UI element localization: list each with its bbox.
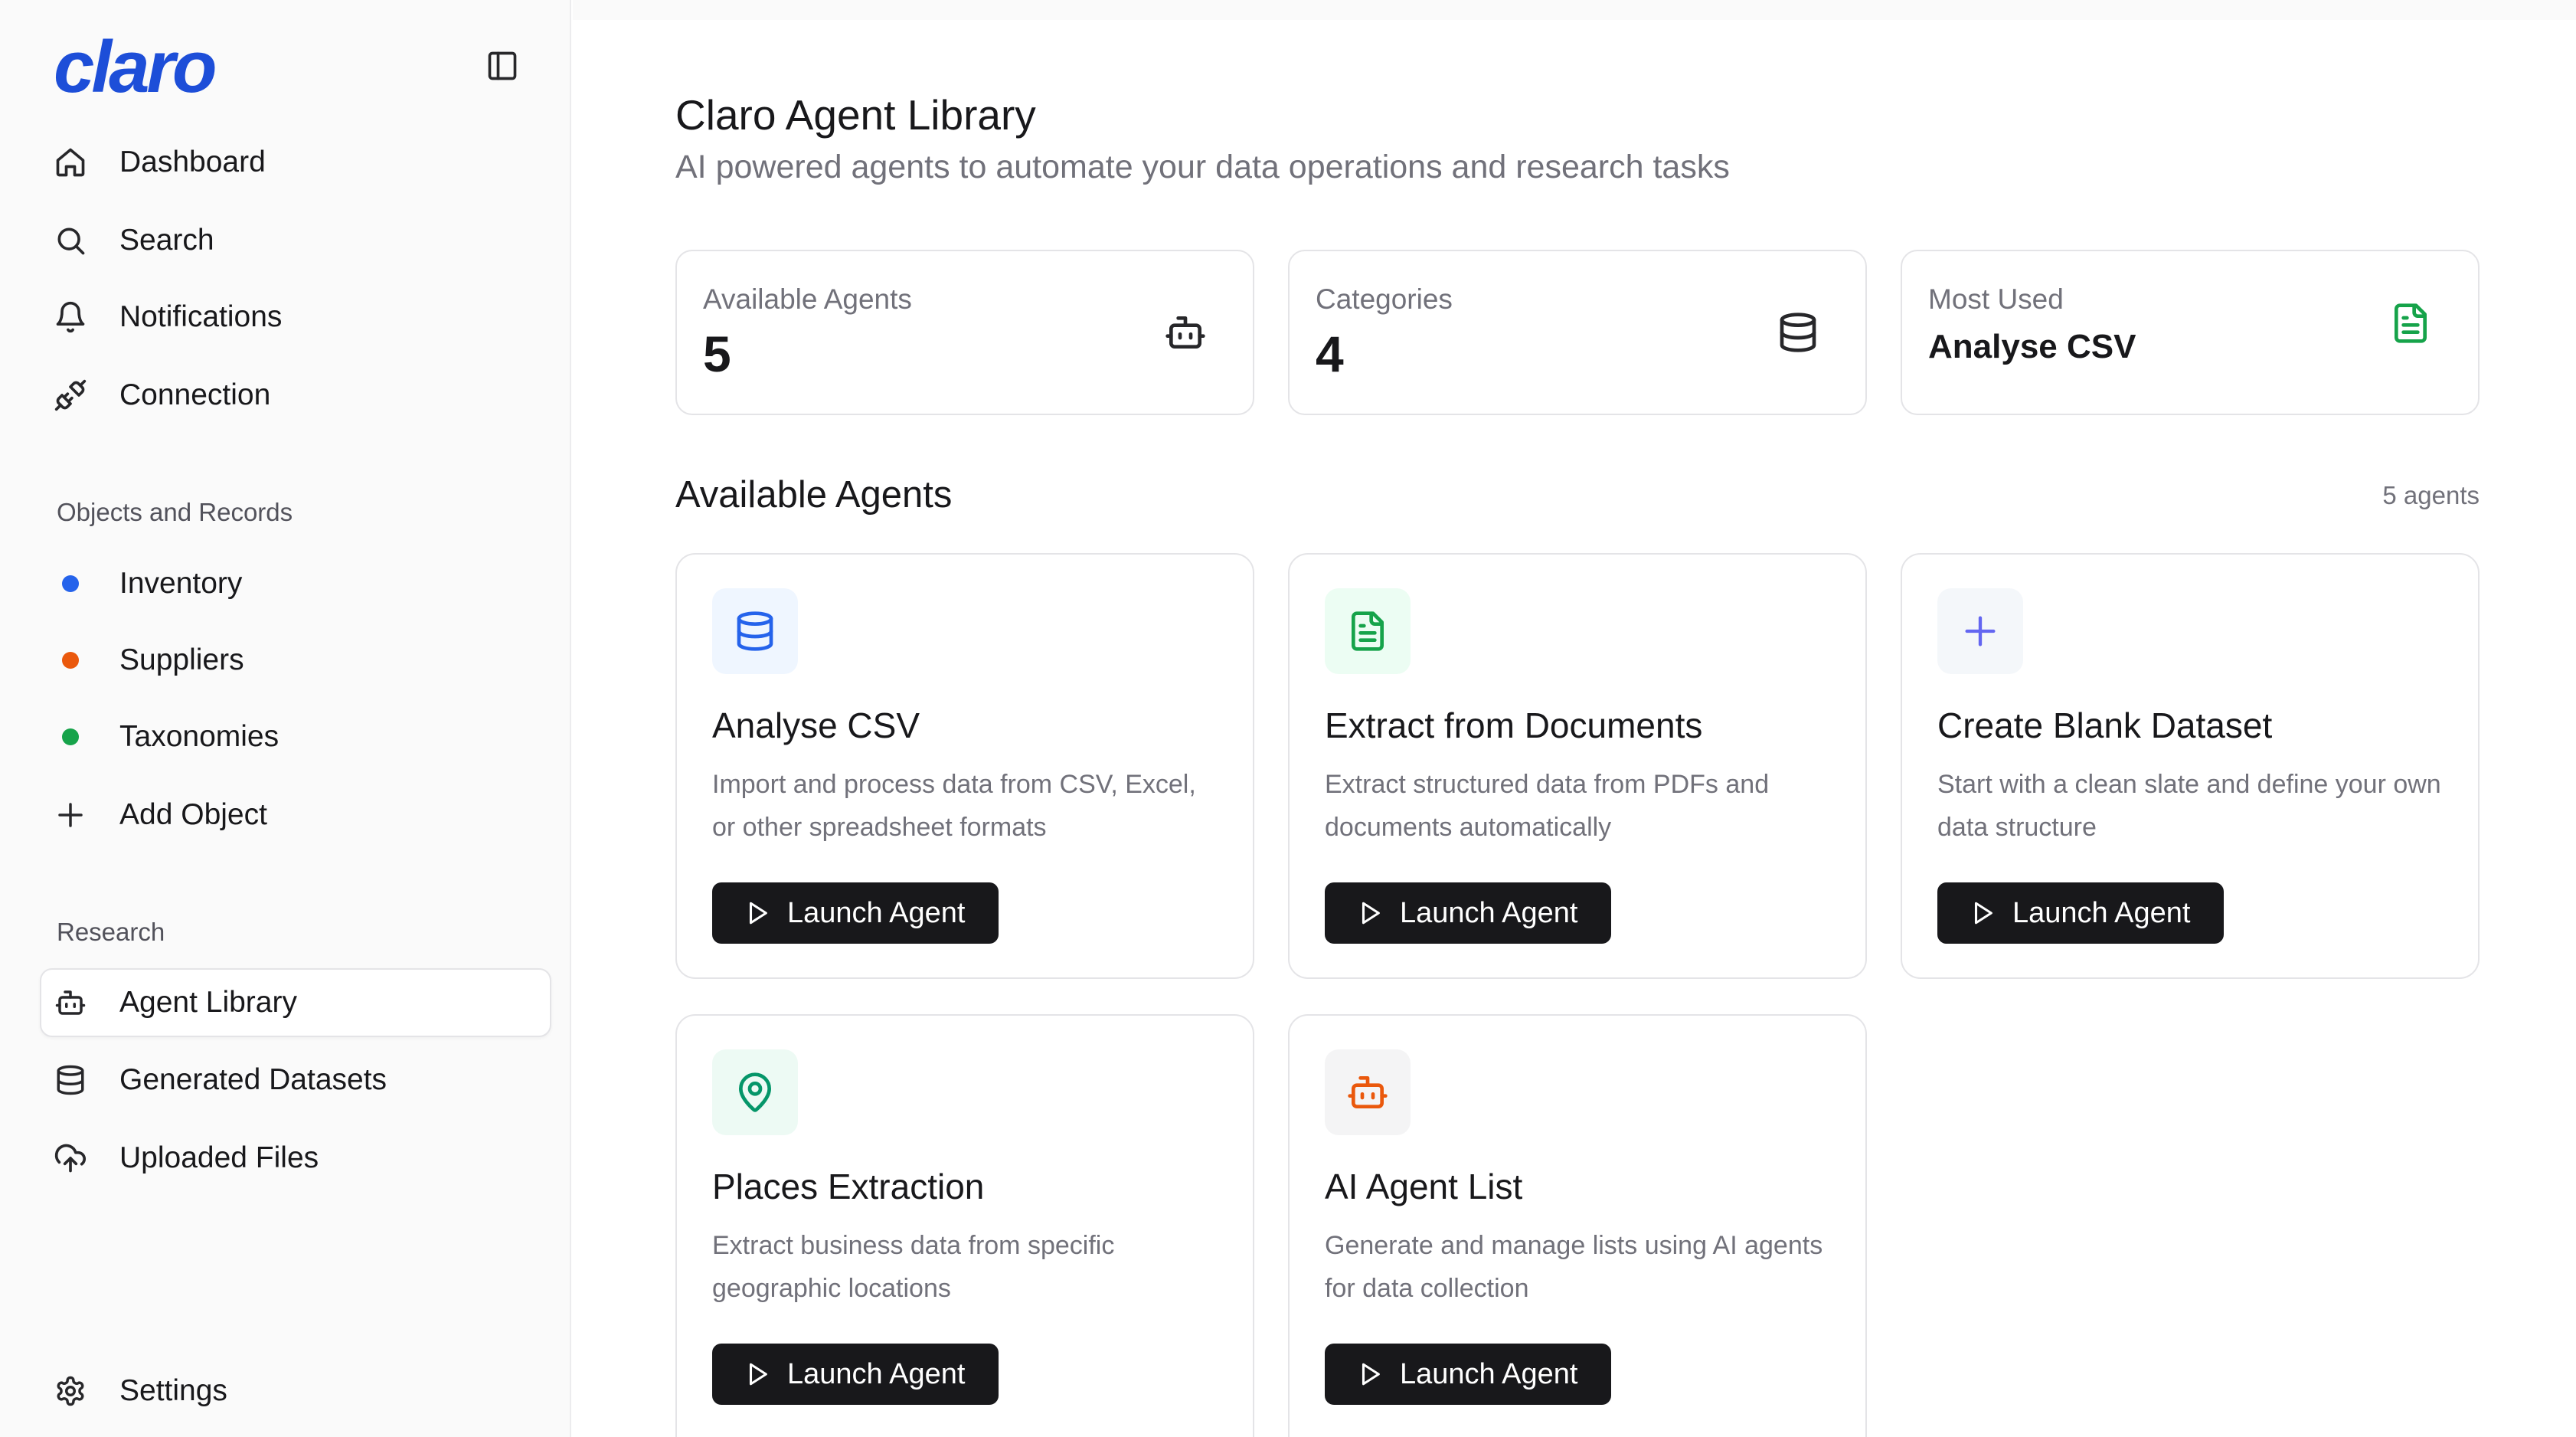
add-object-button[interactable]: Add Object — [41, 781, 551, 849]
agent-title: AI Agent List — [1325, 1167, 1523, 1206]
nav-item-notifications[interactable]: Notifications — [41, 283, 551, 351]
plus-icon — [37, 781, 104, 849]
nav-label: Notifications — [119, 300, 283, 333]
launch-agent-button[interactable]: Launch Agent — [1325, 882, 1612, 944]
nav-item-connection[interactable]: Connection — [41, 362, 551, 429]
launch-agent-button[interactable]: Launch Agent — [1937, 882, 2225, 944]
launch-agent-label: Launch Agent — [787, 896, 966, 929]
stat-value: 4 — [1316, 326, 1344, 382]
nav-item-uploaded-files[interactable]: Uploaded Files — [41, 1124, 551, 1192]
agent-card-analyse-csv[interactable]: Analyse CSV Import and process data from… — [675, 553, 1254, 979]
agent-card-create-blank-dataset[interactable]: Create Blank Dataset Start with a clean … — [1901, 553, 2480, 979]
play-icon — [749, 902, 767, 925]
nav-item-search[interactable]: Search — [41, 207, 551, 274]
stat-value: Analyse CSV — [1928, 328, 2136, 365]
stat-card-available-agents: Available Agents 5 — [675, 250, 1254, 415]
section-label-research: Research — [57, 918, 165, 946]
agent-description: Extract structured data from PDFs and do… — [1325, 770, 1770, 842]
bot-icon — [1325, 1049, 1411, 1135]
sidebar: claro Dashboard Search Notifications Con… — [0, 0, 571, 1437]
nav-item-taxonomies[interactable]: Taxonomies — [41, 703, 551, 771]
file-text-icon — [1325, 588, 1411, 674]
nav-label: Agent Library — [119, 986, 297, 1019]
file-text-icon — [2386, 299, 2435, 348]
agent-title: Extract from Documents — [1325, 705, 1703, 745]
cloud-upload-icon — [37, 1124, 104, 1192]
stat-label: Categories — [1316, 283, 1453, 315]
nav-label: Inventory — [119, 567, 243, 600]
section-title: Available Agents — [675, 474, 953, 516]
play-icon — [749, 1363, 767, 1386]
database-icon — [712, 588, 798, 674]
top-bar — [573, 0, 2576, 20]
play-icon — [1362, 1363, 1380, 1386]
nav-item-inventory[interactable]: Inventory — [41, 550, 551, 617]
taxonomies-dot-wrap — [37, 703, 104, 771]
page-subtitle: AI powered agents to automate your data … — [675, 149, 1730, 185]
launch-agent-button[interactable]: Launch Agent — [712, 882, 999, 944]
play-icon — [1362, 902, 1380, 925]
status-dot — [62, 728, 79, 745]
panel-left-icon — [488, 51, 517, 80]
suppliers-dot-wrap — [37, 627, 104, 694]
nav-label: Settings — [119, 1374, 227, 1407]
agent-card-ai-agent-list[interactable]: AI Agent List Generate and manage lists … — [1288, 1014, 1867, 1437]
launch-agent-button[interactable]: Launch Agent — [712, 1344, 999, 1405]
nav-label: Uploaded Files — [119, 1141, 319, 1174]
nav-label: Generated Datasets — [119, 1063, 387, 1096]
agent-count: 5 agents — [2382, 481, 2480, 509]
search-icon — [37, 207, 104, 274]
map-pin-icon — [712, 1049, 798, 1135]
inventory-dot-wrap — [37, 550, 104, 617]
nav-label: Add Object — [119, 798, 267, 831]
nav-label: Connection — [119, 378, 271, 411]
nav-label: Suppliers — [119, 643, 244, 676]
stat-card-most-used: Most Used Analyse CSV — [1901, 250, 2480, 415]
nav-item-suppliers[interactable]: Suppliers — [41, 627, 551, 694]
database-icon — [1773, 308, 1822, 357]
nav-label: Taxonomies — [119, 720, 280, 753]
claro-logo[interactable]: claro — [54, 21, 217, 113]
bot-icon — [1161, 308, 1210, 357]
launch-agent-label: Launch Agent — [787, 1357, 966, 1390]
home-icon — [37, 129, 104, 196]
section-label-objects: Objects and Records — [57, 498, 293, 526]
nav-item-dashboard[interactable]: Dashboard — [41, 129, 551, 196]
agent-title: Places Extraction — [712, 1167, 985, 1206]
agent-card-places-extraction[interactable]: Places Extraction Extract business data … — [675, 1014, 1254, 1437]
nav-item-generated-datasets[interactable]: Generated Datasets — [41, 1046, 551, 1114]
bot-icon — [37, 969, 104, 1036]
launch-agent-label: Launch Agent — [1400, 1357, 1578, 1390]
gear-icon — [37, 1357, 104, 1425]
database-icon — [37, 1046, 104, 1114]
status-dot — [62, 652, 79, 669]
agent-description: Extract business data from specific geog… — [712, 1231, 1115, 1303]
agent-title: Analyse CSV — [712, 705, 920, 745]
agent-description: Start with a clean slate and define your… — [1937, 770, 2441, 842]
launch-agent-label: Launch Agent — [2012, 896, 2191, 929]
play-icon — [1974, 902, 1992, 925]
stat-label: Most Used — [1928, 283, 2064, 315]
agent-title: Create Blank Dataset — [1937, 705, 2273, 745]
bell-icon — [37, 283, 104, 351]
nav-item-agent-library[interactable]: Agent Library — [40, 968, 551, 1037]
page-title: Claro Agent Library — [675, 91, 1036, 139]
stat-label: Available Agents — [703, 283, 912, 315]
plug-icon — [37, 362, 104, 429]
status-dot — [62, 575, 79, 592]
agent-card-extract-from-documents[interactable]: Extract from Documents Extract structure… — [1288, 553, 1867, 979]
stat-value: 5 — [703, 326, 731, 382]
plus-icon — [1937, 588, 2023, 674]
nav-label: Search — [119, 224, 214, 257]
agent-description: Generate and manage lists using AI agent… — [1325, 1231, 1823, 1303]
nav-label: Dashboard — [119, 146, 266, 178]
agent-description: Import and process data from CSV, Excel,… — [712, 770, 1196, 842]
nav-item-settings[interactable]: Settings — [41, 1357, 551, 1425]
sidebar-toggle-button[interactable] — [481, 44, 524, 87]
stat-card-categories: Categories 4 — [1288, 250, 1867, 415]
launch-agent-button[interactable]: Launch Agent — [1325, 1344, 1612, 1405]
launch-agent-label: Launch Agent — [1400, 896, 1578, 929]
